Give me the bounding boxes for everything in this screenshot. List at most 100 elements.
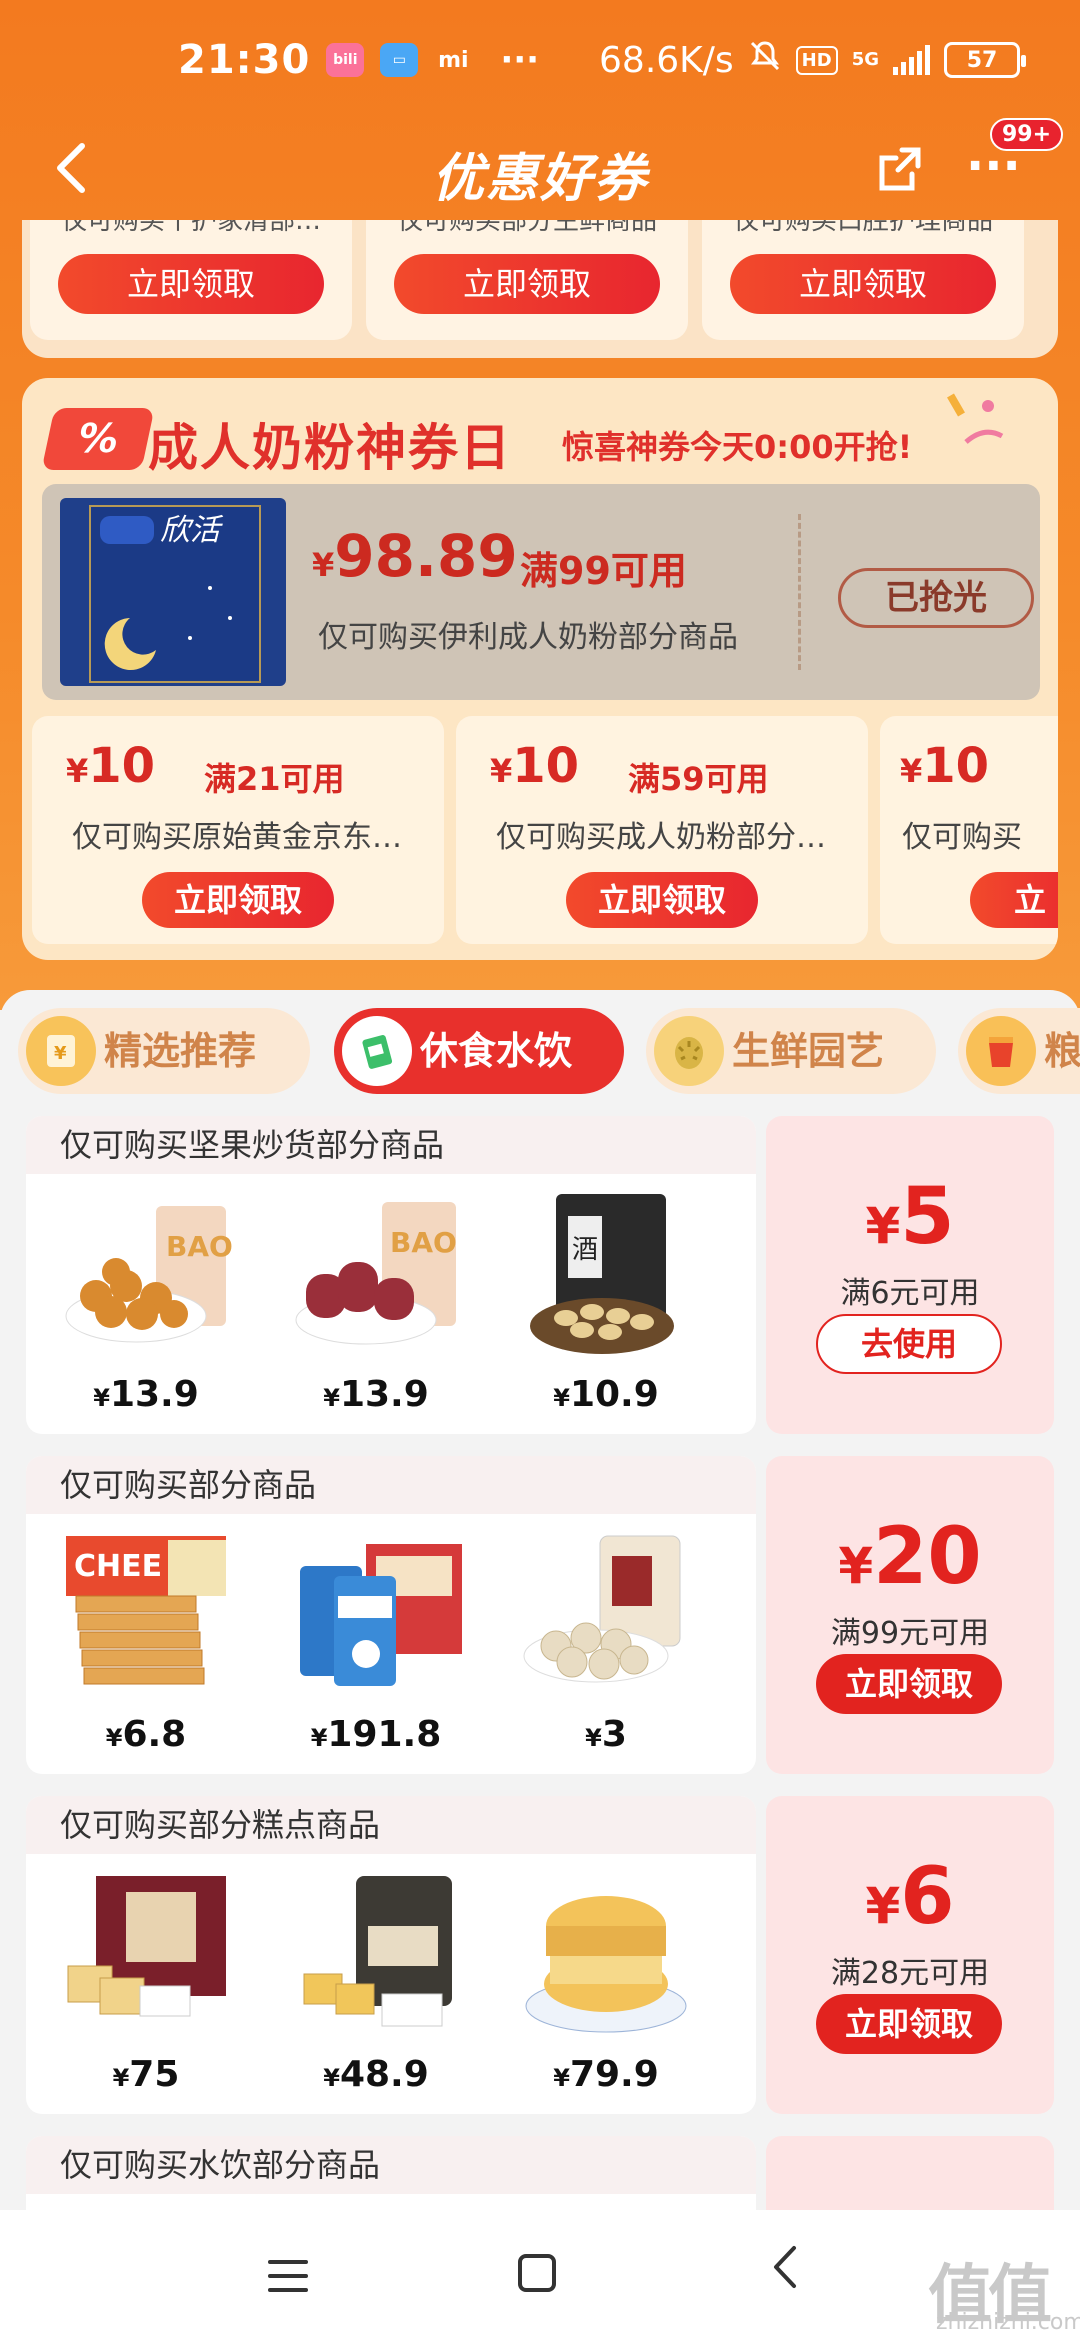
battery-icon: 57 <box>944 42 1026 78</box>
share-button[interactable] <box>872 142 928 198</box>
product-price: ¥6.8 <box>105 1714 187 1755</box>
row-header: 仅可购买部分糕点商品 <box>26 1796 756 1854</box>
product-price: ¥3 <box>585 1714 627 1755</box>
row-header: 仅可购买水饮部分商品 <box>26 2136 756 2194</box>
milk-powder-box-image <box>300 1544 462 1686</box>
coupon-row[interactable]: 仅可购买坚果炒货部分商品 BAO ¥13.9 BAO ¥13.9 酒 ¥10.9… <box>26 1116 1054 1434</box>
coupon-desc: 仅可购买原始黄金京东… <box>72 820 402 855</box>
product-item[interactable]: ¥191.8 <box>276 1526 476 1766</box>
product-price: ¥75 <box>112 2054 180 2095</box>
product-price: ¥48.9 <box>323 2054 429 2095</box>
svg-text:欣活: 欣活 <box>160 513 224 548</box>
milk-powder-product-image: 欣活 <box>60 498 286 686</box>
network-speed: 68.6K/s <box>599 39 734 81</box>
coupon-condition: 满6元可用 <box>840 1276 980 1311</box>
claim-button[interactable]: 立即领取 <box>394 254 660 314</box>
coupon-list-area: ¥ 精选推荐 休食水饮 生鲜园艺 粮 仅可购买坚果炒货部分商品 BAO ¥13.… <box>0 990 1080 2210</box>
coupon-amount: ¥5 <box>865 1172 955 1262</box>
coupon-condition: 满99元可用 <box>830 1616 990 1651</box>
dashed-divider <box>798 514 801 670</box>
product-price: ¥13.9 <box>93 1374 199 1415</box>
featured-coupon: 欣活 ¥98.89 满99可用 仅可购买伊利成人奶粉部分商品 已抢光 <box>42 484 1040 700</box>
sold-out-button[interactable]: 已抢光 <box>838 568 1034 628</box>
product-item[interactable]: CHEE ¥6.8 <box>46 1526 246 1766</box>
nut-balls-image: BAO <box>65 1206 233 1343</box>
milk-powder-section: % 成人奶粉神券日 惊喜神券今天0:00开抢! 欣活 ¥98.89 满99可用 … <box>22 378 1058 960</box>
svg-text:酒: 酒 <box>572 1235 598 1265</box>
product-item[interactable]: ¥75 <box>46 1866 246 2106</box>
coupon-row[interactable]: 仅可购买部分糕点商品 ¥75 ¥48.9 ¥79.9 ¥6 满28元可用 立即领… <box>26 1796 1054 2114</box>
snack-balls-image <box>523 1535 681 1683</box>
bilibili-icon: bili <box>326 43 365 77</box>
claim-button[interactable]: 立即领取 <box>566 872 758 928</box>
percent-icon: % <box>41 408 155 470</box>
claim-button[interactable]: 立即领取 <box>730 254 996 314</box>
product-item[interactable]: 酒 ¥10.9 <box>506 1186 706 1426</box>
cake-bag-image <box>303 1876 452 2027</box>
small-coupon-card: ¥10 满59可用 仅可购买成人奶粉部分… 立即领取 <box>456 716 868 944</box>
product-item[interactable]: ¥3 <box>506 1526 706 1766</box>
share-icon <box>879 147 921 191</box>
product-panel: 仅可购买坚果炒货部分商品 BAO ¥13.9 BAO ¥13.9 酒 ¥10.9 <box>26 1116 756 1434</box>
svg-text:¥: ¥ <box>54 1043 67 1064</box>
nav-bar: 优惠好券 ··· <box>0 118 1080 228</box>
claim-button[interactable]: 立即领取 <box>58 254 324 314</box>
coupon-icon: ¥ <box>26 1016 96 1086</box>
section-subtitle: 惊喜神券今天0:00开抢! <box>562 428 913 466</box>
product-item[interactable]: ¥79.9 <box>506 1866 706 2106</box>
use-coupon-button[interactable]: 去使用 <box>816 1314 1002 1374</box>
confetti-icon <box>947 393 1004 444</box>
snack-icon <box>342 1016 412 1086</box>
product-price: ¥13.9 <box>323 1374 429 1415</box>
product-panel: 仅可购买水饮部分商品 <box>26 2136 756 2210</box>
coupon-card: 仅可购买个护家清部… 立即领取 <box>30 220 352 340</box>
product-price: ¥79.9 <box>553 2054 659 2095</box>
coupon-amount: ¥20 <box>838 1512 982 1602</box>
coupon-desc: 仅可购买个护家清部… <box>60 220 321 236</box>
product-item[interactable]: BAO ¥13.9 <box>46 1186 246 1426</box>
status-bar: 21:30 bili ▭ mi ··· 68.6K/s HD 5G 57 <box>0 0 1080 120</box>
durian-icon <box>654 1016 724 1086</box>
coupon-amount: ¥10 <box>66 738 156 794</box>
coupon-desc: 仅可购买部分生鲜商品 <box>396 220 657 236</box>
coupon-card: 仅可购买部分生鲜商品 立即领取 <box>366 220 688 340</box>
product-item[interactable]: BAO ¥13.9 <box>276 1186 476 1426</box>
notification-badge: 99+ <box>990 118 1064 151</box>
coupon-desc: 仅可购买成人奶粉部分… <box>496 820 826 855</box>
product-panel: 仅可购买部分糕点商品 ¥75 ¥48.9 ¥79.9 <box>26 1796 756 2114</box>
grain-icon <box>966 1016 1036 1086</box>
product-item[interactable]: ¥48.9 <box>276 1866 476 2106</box>
coupon-value-panel: ¥5 满6元可用 去使用 <box>766 1116 1054 1434</box>
signal-icon <box>893 45 930 75</box>
tab-grain[interactable]: 粮 <box>958 1008 1080 1094</box>
coupon-desc: 仅可购买 <box>902 820 1022 855</box>
home-icon[interactable] <box>518 2254 556 2292</box>
coupon-row[interactable]: 仅可购买部分商品 CHEE ¥6.8 ¥191.8 ¥3 ¥20 满99元可用 … <box>26 1456 1054 1774</box>
back-icon[interactable] <box>770 2242 800 2305</box>
product-price: ¥191.8 <box>310 1714 442 1755</box>
crackers-image: CHEE <box>66 1536 226 1685</box>
network-type: 5G <box>851 49 879 70</box>
product-price: ¥10.9 <box>553 1374 659 1415</box>
tab-snacks-drinks[interactable]: 休食水饮 <box>334 1008 624 1094</box>
claim-button[interactable]: 立即领取 <box>142 872 334 928</box>
coupon-condition: 满59可用 <box>628 760 769 798</box>
menu-icon[interactable] <box>268 2260 308 2302</box>
coupon-amount: ¥6 <box>865 1852 955 1942</box>
fruit-rolls-image: BAO <box>295 1202 457 1345</box>
watermark-url: zhizhizhi.com <box>936 2310 1080 2335</box>
coupon-row[interactable]: 仅可购买水饮部分商品 <box>26 2136 1054 2210</box>
coupon-value-panel: ¥6 满28元可用 立即领取 <box>766 1796 1054 2114</box>
claim-button[interactable]: 立即领取 <box>816 1994 1002 2054</box>
claim-button[interactable]: 立 <box>970 872 1058 928</box>
small-coupon-card: ¥10 仅可购买 立 <box>880 716 1058 944</box>
coupon-card: 仅可购买口腔护理商品 立即领取 <box>702 220 1024 340</box>
pastry-box-image <box>67 1876 226 2017</box>
status-right: 68.6K/s HD 5G 57 <box>599 38 1026 82</box>
mute-bell-icon <box>748 38 782 82</box>
tab-fresh-garden[interactable]: 生鲜园艺 <box>646 1008 936 1094</box>
claim-button[interactable]: 立即领取 <box>816 1654 1002 1714</box>
status-more-dots: ··· <box>500 40 540 80</box>
tab-featured[interactable]: ¥ 精选推荐 <box>18 1008 310 1094</box>
peanuts-image: 酒 <box>530 1194 674 1354</box>
